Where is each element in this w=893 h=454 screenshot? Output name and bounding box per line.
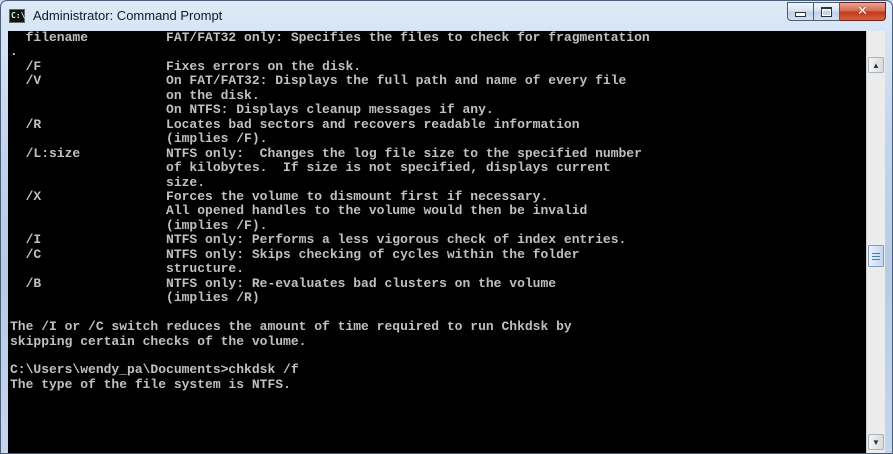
grip-line — [872, 259, 880, 260]
maximize-icon — [821, 6, 832, 17]
console-line: /B NTFS only: Re-evaluates bad clusters … — [10, 275, 557, 291]
console-line: /R Locates bad sectors and recovers read… — [10, 116, 580, 132]
console-line: structure. — [10, 261, 245, 277]
console-line: (implies /R) — [10, 290, 260, 306]
scroll-thumb[interactable] — [868, 245, 884, 267]
command-prompt-window: C:\_ Administrator: Command Prompt ✕ fil… — [0, 0, 893, 454]
minimize-button[interactable] — [787, 2, 814, 21]
scroll-up-button[interactable]: ▲ — [868, 57, 884, 73]
console-line: The /I or /C switch reduces the amount o… — [10, 319, 572, 335]
console-icon[interactable]: C:\_ — [9, 9, 30, 23]
window-border — [885, 31, 892, 453]
console-line: filename FAT/FAT32 only: Specifies the f… — [10, 31, 650, 45]
vertical-scrollbar[interactable]: ▲ ▼ — [866, 31, 885, 453]
grip-line — [872, 256, 880, 257]
console-line: All opened handles to the volume would t… — [10, 203, 588, 219]
console-line: /V On FAT/FAT32: Displays the full path … — [10, 73, 627, 89]
scroll-down-button[interactable]: ▼ — [868, 434, 884, 450]
console-line: skipping certain checks of the volume. — [10, 333, 307, 349]
console-line: /X Forces the volume to dismount first i… — [10, 188, 549, 204]
console-line: /L:size NTFS only: Changes the log file … — [10, 145, 642, 161]
close-button[interactable]: ✕ — [840, 2, 886, 21]
console-line: of kilobytes. If size is not specified, … — [10, 160, 611, 176]
down-arrow-icon: ▼ — [872, 437, 880, 447]
minimize-icon — [795, 12, 806, 17]
close-icon: ✕ — [857, 4, 868, 19]
console-line: /F Fixes errors on the disk. — [10, 58, 362, 74]
console-line: . — [10, 44, 18, 60]
window-title: Administrator: Command Prompt — [33, 8, 223, 23]
console-line: On NTFS: Displays cleanup messages if an… — [10, 102, 494, 118]
console-line: C:\Users\wendy_pa\Documents>chkdsk /f — [10, 362, 299, 378]
console-line: (implies /F). — [10, 217, 268, 233]
grip-line — [872, 253, 880, 254]
console-line: size. — [10, 174, 206, 190]
console-line: on the disk. — [10, 87, 260, 103]
maximize-button[interactable] — [814, 2, 840, 21]
console-line: The type of the file system is NTFS. — [10, 376, 291, 392]
console-output[interactable]: filename FAT/FAT32 only: Specifies the f… — [8, 31, 866, 453]
console-line: (implies /F). — [10, 131, 268, 147]
caption-buttons: ✕ — [787, 2, 886, 21]
up-arrow-icon: ▲ — [872, 60, 880, 70]
console-text: filename FAT/FAT32 only: Specifies the f… — [8, 31, 866, 392]
title-bar[interactable]: C:\_ Administrator: Command Prompt ✕ — [1, 1, 892, 31]
console-line: /C NTFS only: Skips checking of cycles w… — [10, 246, 580, 262]
console-line: /I NTFS only: Performs a less vigorous c… — [10, 232, 627, 248]
